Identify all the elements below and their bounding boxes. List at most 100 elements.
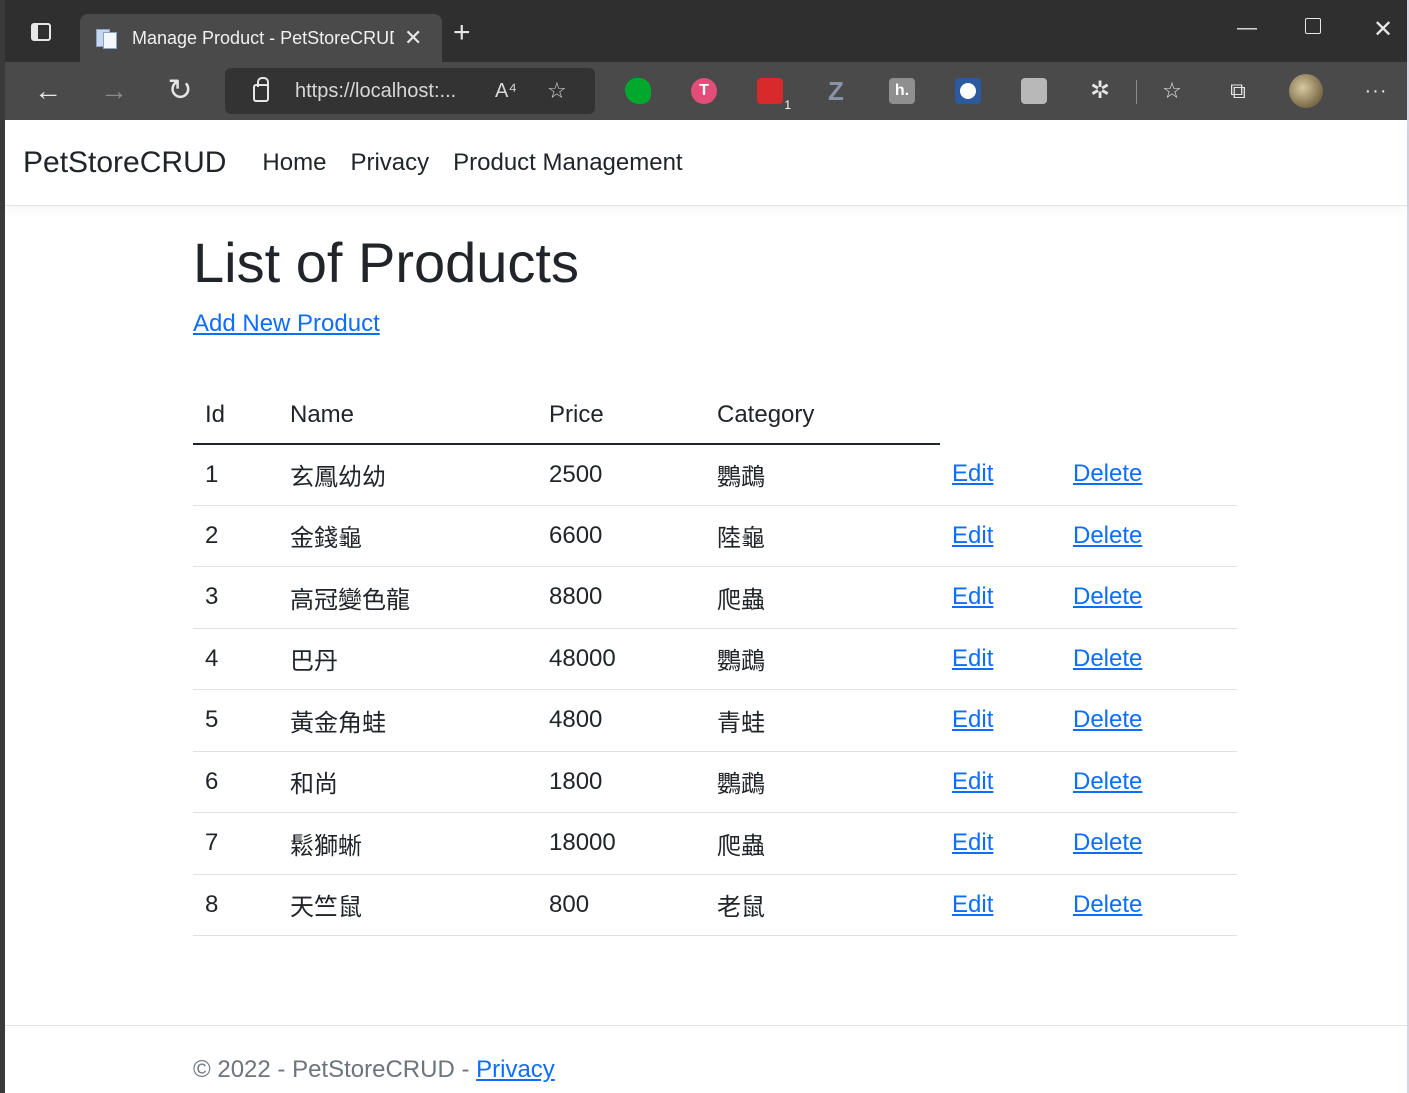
cell-category: 爬蟲: [705, 812, 940, 875]
nav-privacy[interactable]: Privacy: [350, 149, 429, 177]
meetup-extension-icon[interactable]: 1: [757, 78, 791, 112]
edit-link[interactable]: Edit: [952, 706, 993, 733]
cell-category: 鸚鵡: [705, 628, 940, 691]
edit-link[interactable]: Edit: [952, 768, 993, 795]
address-bar[interactable]: https://localhost:... A⁴ ☆: [225, 68, 595, 114]
edit-link[interactable]: Edit: [952, 891, 993, 918]
cell-delete: Delete: [1061, 812, 1237, 875]
products-table: Id Name Price Category 1 玄鳳幼幼 2500 鸚鵡 Edit De…: [193, 391, 1237, 937]
minimize-button[interactable]: —: [1237, 18, 1257, 38]
table-row: 5 黃金角蛙 4800 青蛙 Edit Delete: [193, 689, 1237, 752]
cell-category: 老鼠: [705, 874, 940, 937]
cell-id: 8: [193, 874, 278, 937]
site-footer: © 2022 - PetStoreCRUD - Privacy: [5, 1025, 1407, 1093]
cell-id: 2: [193, 505, 278, 568]
extension-badge: 1: [784, 98, 791, 112]
cell-price: 4800: [537, 689, 705, 752]
hypothesis-extension-icon[interactable]: h.: [889, 78, 915, 104]
column-header-blank: [940, 392, 1061, 444]
cell-id: 1: [193, 443, 278, 506]
zotero-extension-icon[interactable]: Z: [823, 78, 849, 104]
cell-edit: Edit: [940, 443, 1061, 506]
cell-category: 鸚鵡: [705, 443, 940, 506]
cell-edit: Edit: [940, 751, 1061, 814]
delete-link[interactable]: Delete: [1073, 768, 1142, 795]
cell-price: 800: [537, 874, 705, 937]
table-row: 8 天竺鼠 800 老鼠 Edit Delete: [193, 874, 1237, 937]
touch-extension-icon[interactable]: [1021, 78, 1047, 104]
cell-delete: Delete: [1061, 505, 1237, 568]
extensions-puzzle-icon[interactable]: ✲: [1087, 78, 1113, 104]
cell-price: 1800: [537, 751, 705, 814]
cell-price: 18000: [537, 812, 705, 875]
evernote-extension-icon[interactable]: [625, 78, 651, 104]
site-navbar: PetStoreCRUD Home Privacy Product Manage…: [5, 120, 1407, 206]
edit-link[interactable]: Edit: [952, 583, 993, 610]
tab-title: Manage Product - PetStoreCRUD: [132, 27, 394, 48]
delete-link[interactable]: Delete: [1073, 829, 1142, 856]
browser-tab[interactable]: Manage Product - PetStoreCRUD ✕: [80, 14, 442, 62]
maximize-button[interactable]: [1305, 18, 1321, 38]
favorites-icon[interactable]: ☆: [1157, 76, 1187, 106]
lock-icon[interactable]: [253, 77, 269, 102]
cell-price: 2500: [537, 443, 705, 506]
cell-price: 48000: [537, 628, 705, 691]
brand-link[interactable]: PetStoreCRUD: [23, 146, 226, 180]
collections-icon[interactable]: ⧉: [1223, 76, 1253, 106]
cell-edit: Edit: [940, 812, 1061, 875]
ring-extension-icon[interactable]: [955, 78, 981, 104]
profile-avatar[interactable]: [1289, 74, 1323, 108]
back-arrow-icon[interactable]: ←: [31, 74, 65, 108]
delete-link[interactable]: Delete: [1073, 706, 1142, 733]
page-title: List of Products: [193, 231, 579, 294]
cell-name: 高冠變色龍: [278, 566, 537, 629]
edit-link[interactable]: Edit: [952, 829, 993, 856]
tab-close-icon[interactable]: ✕: [404, 27, 422, 49]
cell-category: 陸龜: [705, 505, 940, 568]
cell-delete: Delete: [1061, 874, 1237, 937]
add-new-product-link[interactable]: Add New Product: [193, 310, 380, 338]
edit-link[interactable]: Edit: [952, 645, 993, 672]
cell-name: 和尚: [278, 751, 537, 814]
tab-actions-icon[interactable]: [23, 14, 59, 50]
delete-link[interactable]: Delete: [1073, 460, 1142, 487]
table-row: 6 和尚 1800 鸚鵡 Edit Delete: [193, 751, 1237, 814]
delete-link[interactable]: Delete: [1073, 891, 1142, 918]
forward-arrow-icon[interactable]: →: [97, 74, 131, 108]
column-header-price: Price: [537, 391, 705, 445]
cell-price: 8800: [537, 566, 705, 629]
read-aloud-icon[interactable]: A⁴: [495, 80, 517, 103]
nav-home[interactable]: Home: [262, 149, 326, 177]
browser-toolbar: ← → ↻ https://localhost:... A⁴ ☆ T 1 Z h…: [5, 62, 1407, 120]
cell-edit: Edit: [940, 505, 1061, 568]
cell-delete: Delete: [1061, 566, 1237, 629]
edit-link[interactable]: Edit: [952, 460, 993, 487]
reload-icon[interactable]: ↻: [163, 74, 197, 108]
delete-link[interactable]: Delete: [1073, 645, 1142, 672]
more-menu-icon[interactable]: ···: [1361, 76, 1391, 106]
cell-name: 天竺鼠: [278, 874, 537, 937]
cell-id: 5: [193, 689, 278, 752]
cell-id: 4: [193, 628, 278, 691]
nav-product-management[interactable]: Product Management: [453, 149, 682, 177]
main-content: List of Products Add New Product Id Name…: [193, 206, 1237, 937]
todoist-extension-icon[interactable]: T: [691, 78, 717, 104]
cell-delete: Delete: [1061, 689, 1237, 752]
edit-link[interactable]: Edit: [952, 522, 993, 549]
footer-content: © 2022 - PetStoreCRUD - Privacy: [193, 1056, 555, 1084]
cell-category: 爬蟲: [705, 566, 940, 629]
column-header-id: Id: [193, 391, 278, 445]
new-tab-button[interactable]: +: [453, 18, 471, 48]
footer-privacy-link[interactable]: Privacy: [476, 1056, 555, 1083]
delete-link[interactable]: Delete: [1073, 583, 1142, 610]
cell-id: 3: [193, 566, 278, 629]
delete-link[interactable]: Delete: [1073, 522, 1142, 549]
page-favicon-icon: [96, 27, 118, 49]
cell-name: 玄鳳幼幼: [278, 443, 537, 506]
add-favorite-icon[interactable]: ☆: [547, 78, 567, 104]
url-text[interactable]: https://localhost:...: [295, 80, 475, 103]
table-row: 4 巴丹 48000 鸚鵡 Edit Delete: [193, 628, 1237, 691]
cell-name: 鬆獅蜥: [278, 812, 537, 875]
cell-delete: Delete: [1061, 628, 1237, 691]
window-close-button[interactable]: ✕: [1373, 18, 1393, 42]
